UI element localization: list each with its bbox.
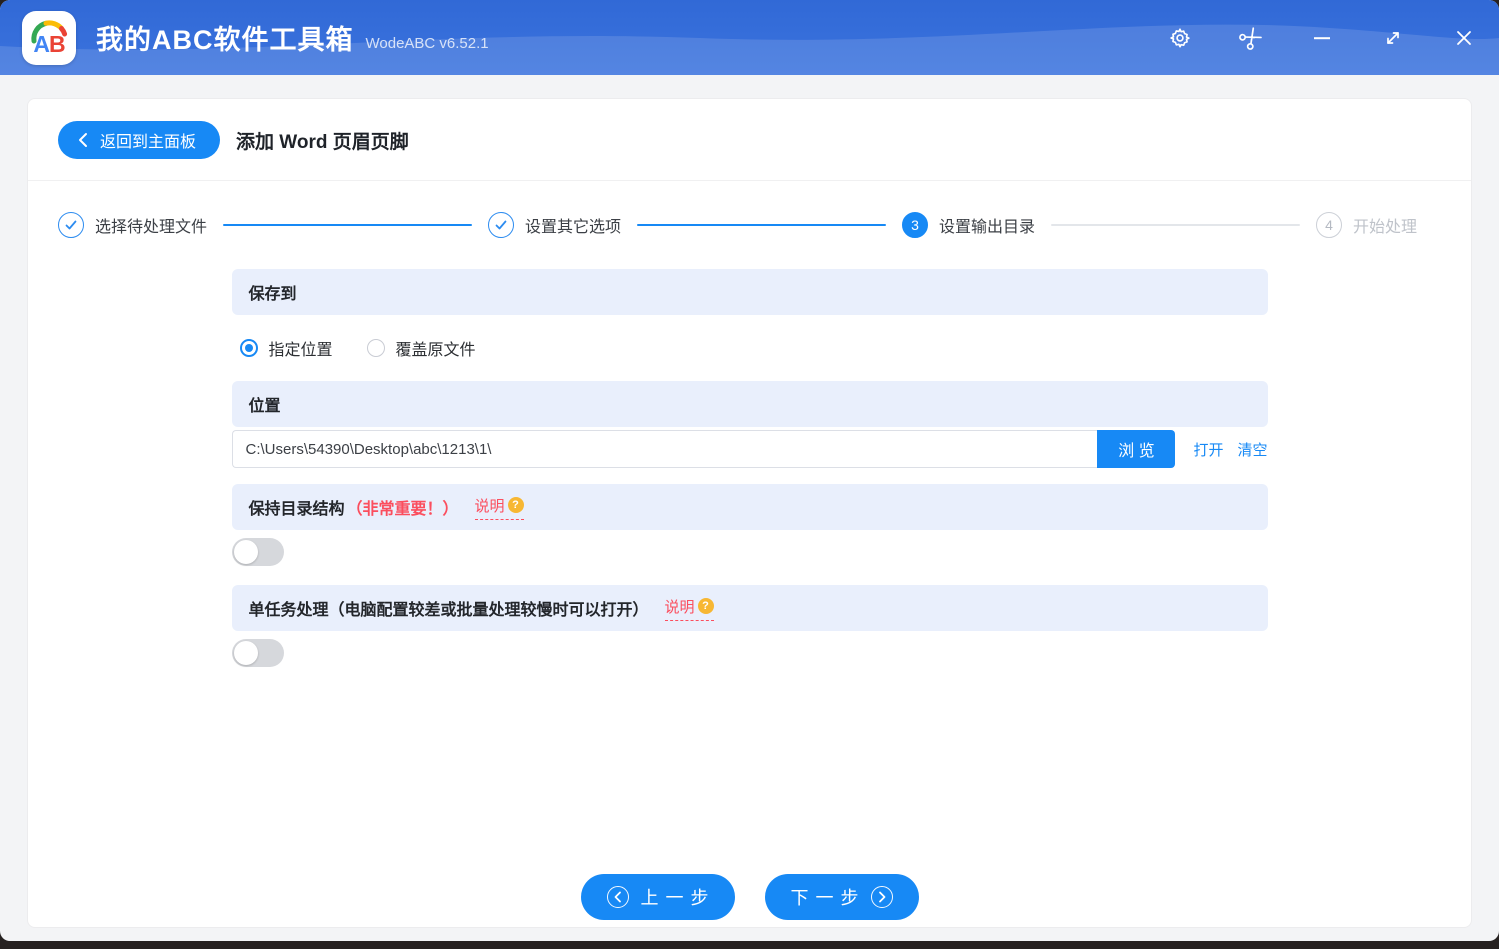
app-logo: AB (22, 10, 76, 65)
single-task-help-label: 说明 (664, 598, 695, 616)
step-connector-3 (1051, 224, 1300, 226)
clear-path-link[interactable]: 清空 (1237, 439, 1267, 460)
radio-overwrite-original-label: 覆盖原文件 (395, 342, 476, 359)
main-panel: 返回到主面板 添加 Word 页眉页脚 选择待处理文件 设置其它选项 3 设置输… (27, 98, 1472, 928)
step-connector-1 (223, 224, 472, 226)
step-3-label: 设置输出目录 (939, 219, 1036, 236)
titlebar-buttons (1168, 0, 1476, 75)
browse-button[interactable]: 浏 览 (1097, 430, 1176, 468)
step-4-start-processing: 4 开始处理 (1316, 212, 1417, 238)
step-connector-2 (637, 224, 886, 226)
output-path-input[interactable] (231, 430, 1098, 468)
form-column: 保存到 指定位置 覆盖原文件 位置 浏 览 打开 (231, 269, 1268, 667)
step-1-select-files: 选择待处理文件 (58, 212, 207, 238)
keep-structure-important-note: （非常重要！） (346, 501, 459, 518)
panel-header: 返回到主面板 添加 Word 页眉页脚 (28, 99, 1471, 181)
radio-unselected-icon (366, 339, 385, 357)
radio-specified-location[interactable]: 指定位置 (239, 336, 333, 360)
step-2-label: 设置其它选项 (525, 219, 622, 236)
app-window: AB 我的ABC软件工具箱 WodeABC v6.52.1 返回到主面板 添加 … (0, 0, 1499, 941)
minimize-icon[interactable] (1310, 26, 1334, 50)
step-indicator: 选择待处理文件 设置其它选项 3 设置输出目录 4 开始处理 (28, 181, 1471, 269)
app-title: 我的ABC软件工具箱 (96, 25, 354, 55)
back-button-label: 返回到主面板 (100, 134, 197, 151)
location-path-row: 浏 览 打开 清空 (231, 430, 1268, 468)
section-location-title: 位置 (248, 398, 281, 415)
keep-structure-title: 保持目录结构 (248, 501, 345, 518)
toggle-knob (233, 540, 258, 564)
scissors-screenshot-icon[interactable] (1239, 26, 1263, 50)
toggle-knob (233, 641, 258, 665)
next-step-button[interactable]: 下一步 (764, 874, 919, 920)
single-task-title: 单任务处理（电脑配置较差或批量处理较慢时可以打开） (248, 602, 649, 619)
step-4-number: 4 (1316, 212, 1342, 238)
single-task-help[interactable]: 说明 ? (664, 596, 714, 621)
keep-structure-help-label: 说明 (474, 497, 505, 515)
path-links: 打开 清空 (1193, 439, 1267, 460)
single-task-toggle[interactable] (231, 639, 284, 667)
arrow-left-circle-icon (606, 886, 629, 908)
radio-selected-icon (239, 339, 258, 357)
settings-gear-icon[interactable] (1168, 26, 1192, 50)
keep-structure-help[interactable]: 说明 ? (474, 495, 524, 520)
step-3-number: 3 (902, 212, 928, 238)
step-2-check-icon (488, 212, 514, 238)
previous-step-button[interactable]: 上一步 (580, 874, 735, 920)
logo-arc-icon (31, 19, 68, 43)
chevron-left-icon (79, 133, 87, 147)
section-location: 位置 (231, 381, 1268, 427)
radio-specified-location-label: 指定位置 (268, 342, 333, 359)
section-single-task: 单任务处理（电脑配置较差或批量处理较慢时可以打开） 说明 ? (231, 585, 1268, 631)
question-mark-icon: ? (507, 497, 524, 513)
page-title: 添加 Word 页眉页脚 (236, 131, 409, 153)
keep-structure-toggle[interactable] (231, 538, 284, 566)
back-to-dashboard-button[interactable]: 返回到主面板 (58, 121, 221, 159)
step-3-output-directory: 3 设置输出目录 (902, 212, 1035, 238)
arrow-right-circle-icon (870, 886, 893, 908)
single-task-toggle-row (231, 639, 1268, 667)
wizard-footer: 上一步 下一步 (28, 874, 1471, 920)
section-save-to-title: 保存到 (248, 286, 297, 303)
question-mark-icon: ? (697, 598, 714, 614)
step-1-label: 选择待处理文件 (95, 219, 208, 236)
app-version: WodeABC v6.52.1 (365, 35, 489, 52)
radio-overwrite-original[interactable]: 覆盖原文件 (366, 336, 476, 360)
step-2-set-options: 设置其它选项 (488, 212, 621, 238)
close-icon[interactable] (1452, 26, 1476, 50)
section-keep-structure: 保持目录结构 （非常重要！） 说明 ? (231, 484, 1268, 530)
open-folder-link[interactable]: 打开 (1193, 439, 1223, 460)
step-1-check-icon (58, 212, 84, 238)
keep-structure-toggle-row (231, 538, 1268, 566)
save-to-options: 指定位置 覆盖原文件 (239, 336, 1268, 360)
next-step-label: 下一步 (790, 888, 866, 908)
section-save-to: 保存到 (231, 269, 1268, 315)
step-4-label: 开始处理 (1353, 219, 1418, 236)
previous-step-label: 上一步 (640, 888, 716, 908)
resize-maximize-icon[interactable] (1381, 26, 1405, 50)
titlebar: AB 我的ABC软件工具箱 WodeABC v6.52.1 (0, 0, 1499, 75)
